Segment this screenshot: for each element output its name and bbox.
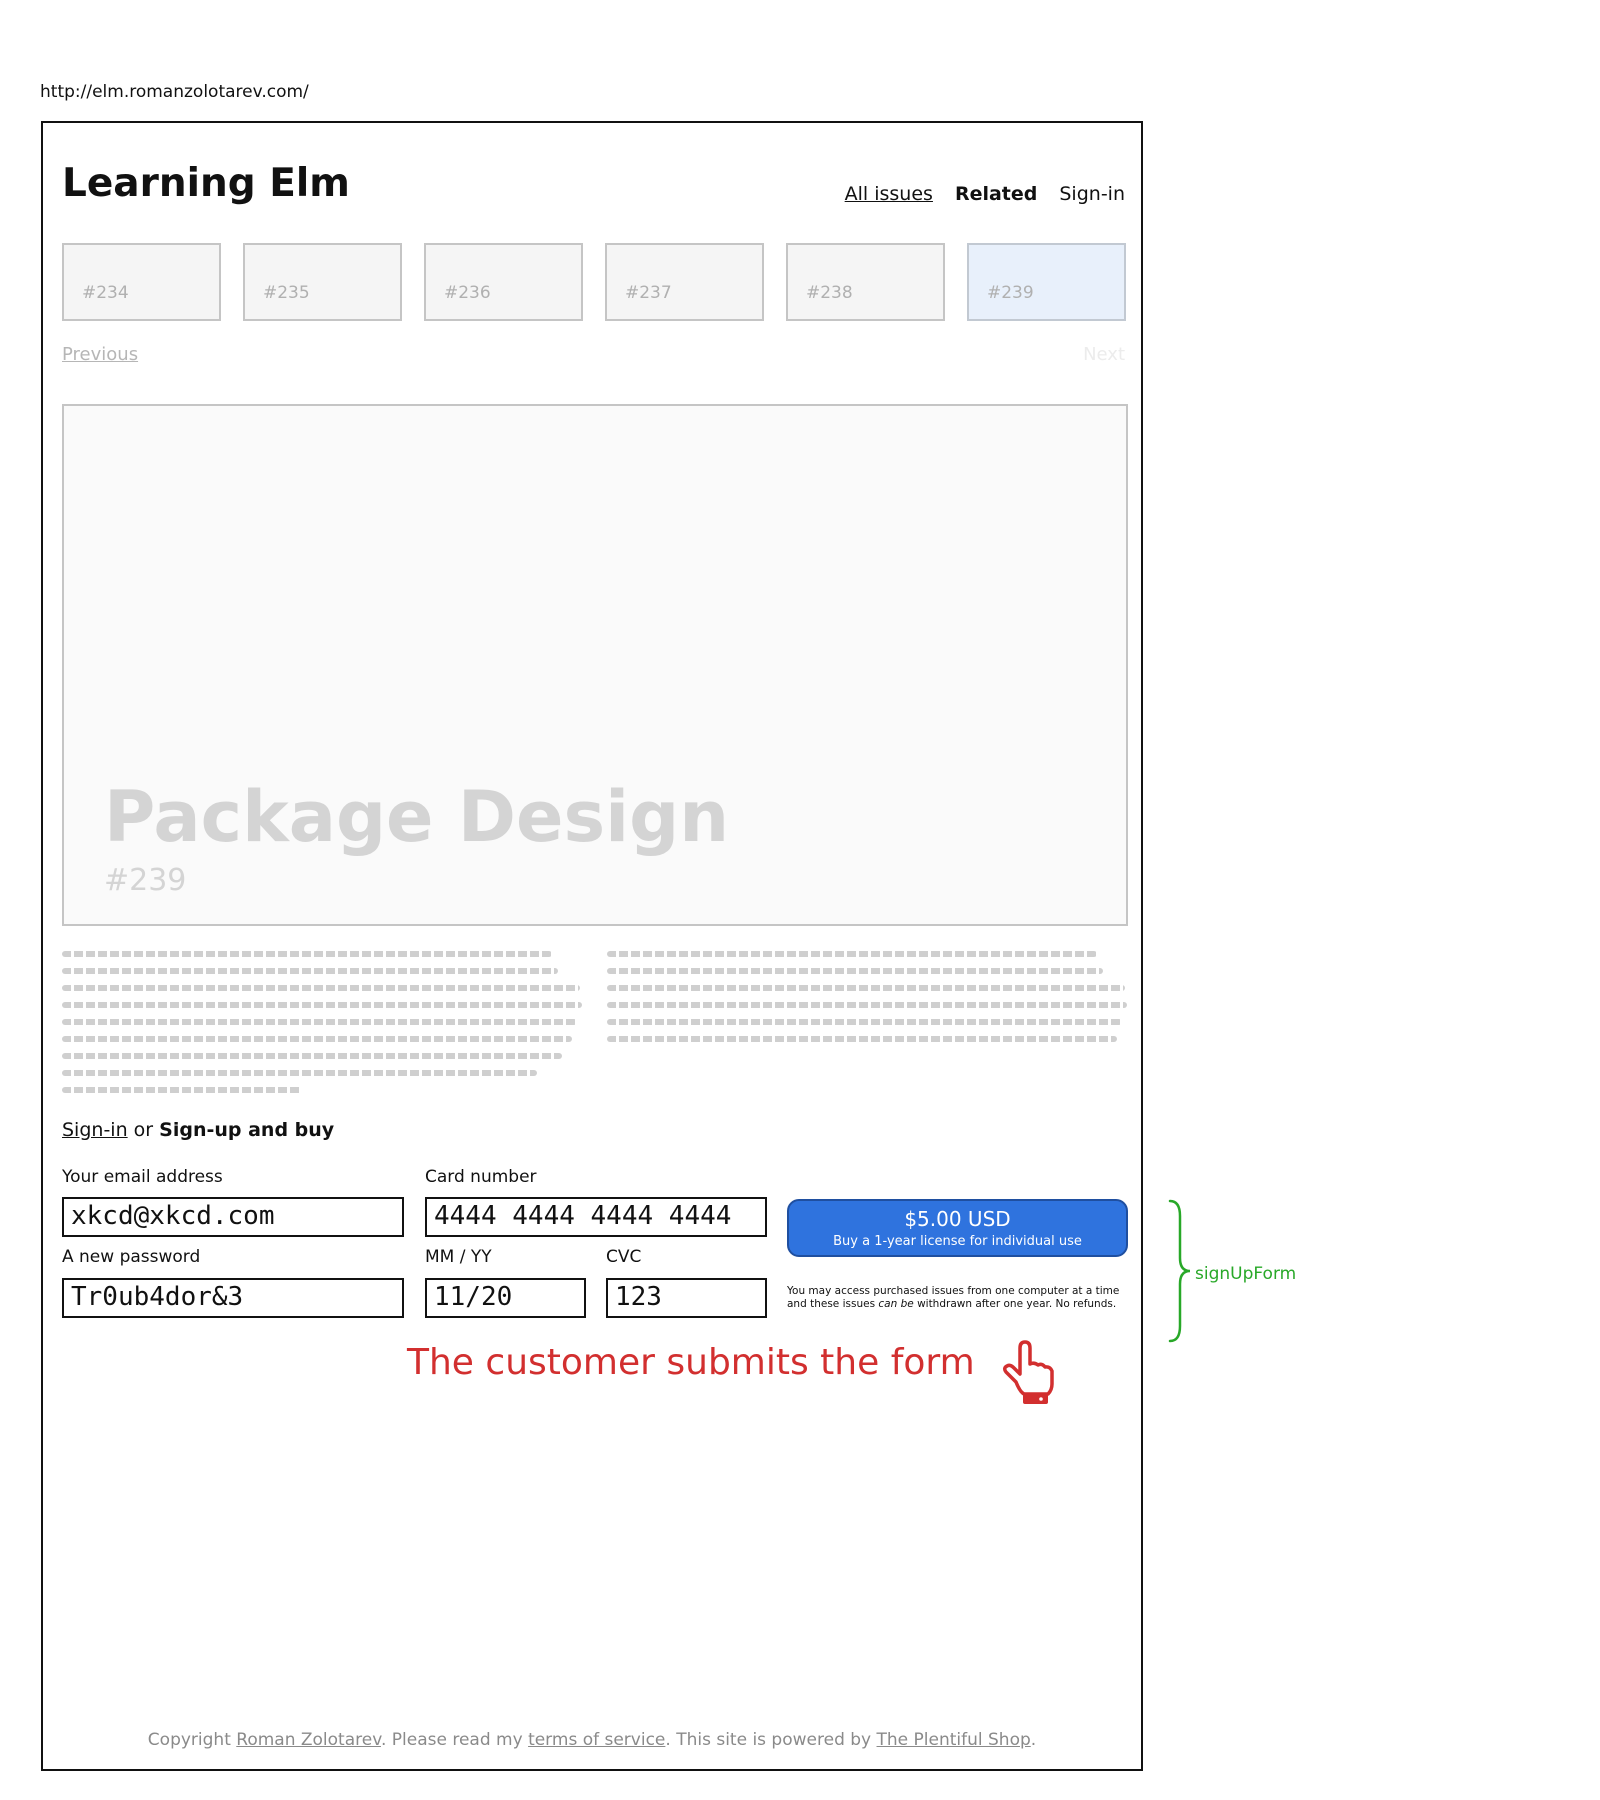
disclaimer-emphasis: can be (878, 1298, 914, 1310)
footer-copyright: Copyright (147, 1730, 237, 1750)
article-text-left (62, 951, 584, 1104)
text-line (62, 1070, 537, 1076)
curly-brace-annotation (1168, 1199, 1191, 1343)
auth-or: or (133, 1119, 154, 1141)
buy-subtitle: Buy a 1-year license for individual use (833, 1234, 1082, 1249)
password-label: A new password (62, 1247, 201, 1267)
purchase-disclaimer: You may access purchased issues from one… (787, 1285, 1127, 1311)
issue-number: #235 (263, 283, 310, 303)
annotation-text: The customer submits the form (407, 1342, 975, 1383)
buy-price: $5.00 USD (904, 1207, 1011, 1231)
issue-number: #234 (82, 283, 129, 303)
text-line (607, 1036, 1117, 1042)
expiry-label: MM / YY (425, 1247, 492, 1267)
footer-author-link[interactable]: Roman Zolotarev (236, 1730, 381, 1750)
sign-up-form-annotation-label: signUpForm (1195, 1264, 1297, 1284)
text-line (62, 1087, 302, 1093)
footer-text: . Please read my (380, 1730, 529, 1750)
issue-tile-237[interactable]: #237 (605, 243, 764, 321)
pointing-hand-icon (1002, 1340, 1054, 1404)
footer-text: . (1030, 1730, 1037, 1750)
issue-tile-239-current[interactable]: #239 (967, 243, 1126, 321)
text-line (62, 1053, 562, 1059)
text-line (607, 968, 1103, 974)
browser-url: http://elm.romanzolotarev.com/ (40, 82, 309, 102)
text-line (607, 985, 1125, 991)
text-line (62, 968, 558, 974)
footer-shop-link[interactable]: The Plentiful Shop (877, 1730, 1031, 1750)
issue-cover: Package Design #239 (62, 404, 1128, 926)
password-field[interactable]: Tr0ub4dor&3 (62, 1278, 404, 1318)
disclaimer-text-2: withdrawn after one year. No refunds. (917, 1298, 1117, 1310)
text-line (607, 951, 1097, 957)
nav-sign-in[interactable]: Sign-in (1059, 183, 1125, 205)
next-link-disabled: Next (1083, 344, 1125, 365)
expiry-field[interactable]: 11/20 (425, 1278, 586, 1318)
auth-prompt: Sign-in or Sign-up and buy (62, 1119, 334, 1141)
top-nav: All issues Related Sign-in (845, 183, 1125, 205)
text-line (62, 1019, 577, 1025)
issue-number: #237 (625, 283, 672, 303)
signin-link[interactable]: Sign-in (62, 1119, 128, 1141)
buy-button[interactable]: $5.00 USD Buy a 1-year license for indiv… (787, 1199, 1128, 1257)
article-text-right (607, 951, 1129, 1053)
previous-link[interactable]: Previous (62, 344, 138, 365)
card-number-field[interactable]: 4444 4444 4444 4444 (425, 1197, 767, 1237)
issue-number: #238 (806, 283, 853, 303)
nav-all-issues[interactable]: All issues (845, 183, 933, 205)
footer-terms-link[interactable]: terms of service (528, 1730, 665, 1750)
issue-tile-238[interactable]: #238 (786, 243, 945, 321)
signup-heading: Sign-up and buy (159, 1119, 335, 1141)
email-field[interactable]: xkcd@xkcd.com (62, 1197, 404, 1237)
issue-strip: #234 #235 #236 #237 #238 #239 (62, 243, 1126, 321)
cvc-field[interactable]: 123 (606, 1278, 767, 1318)
text-line (62, 1036, 572, 1042)
issue-tile-234[interactable]: #234 (62, 243, 221, 321)
issue-number: #236 (444, 283, 491, 303)
text-line (607, 1002, 1127, 1008)
text-line (62, 985, 580, 991)
cover-title: Package Design (104, 776, 730, 858)
site-title: Learning Elm (62, 161, 350, 206)
issue-number: #239 (987, 283, 1034, 303)
cvc-label: CVC (606, 1247, 642, 1267)
footer: Copyright Roman Zolotarev. Please read m… (43, 1730, 1141, 1750)
browser-window: Learning Elm All issues Related Sign-in … (41, 121, 1143, 1771)
card-number-label: Card number (425, 1167, 537, 1187)
text-line (607, 1019, 1122, 1025)
text-line (62, 1002, 582, 1008)
issue-tile-236[interactable]: #236 (424, 243, 583, 321)
email-label: Your email address (62, 1167, 223, 1187)
issue-tile-235[interactable]: #235 (243, 243, 402, 321)
footer-text: . This site is powered by (665, 1730, 877, 1750)
text-line (62, 951, 552, 957)
cover-issue-number: #239 (104, 863, 187, 898)
nav-related[interactable]: Related (955, 183, 1037, 205)
